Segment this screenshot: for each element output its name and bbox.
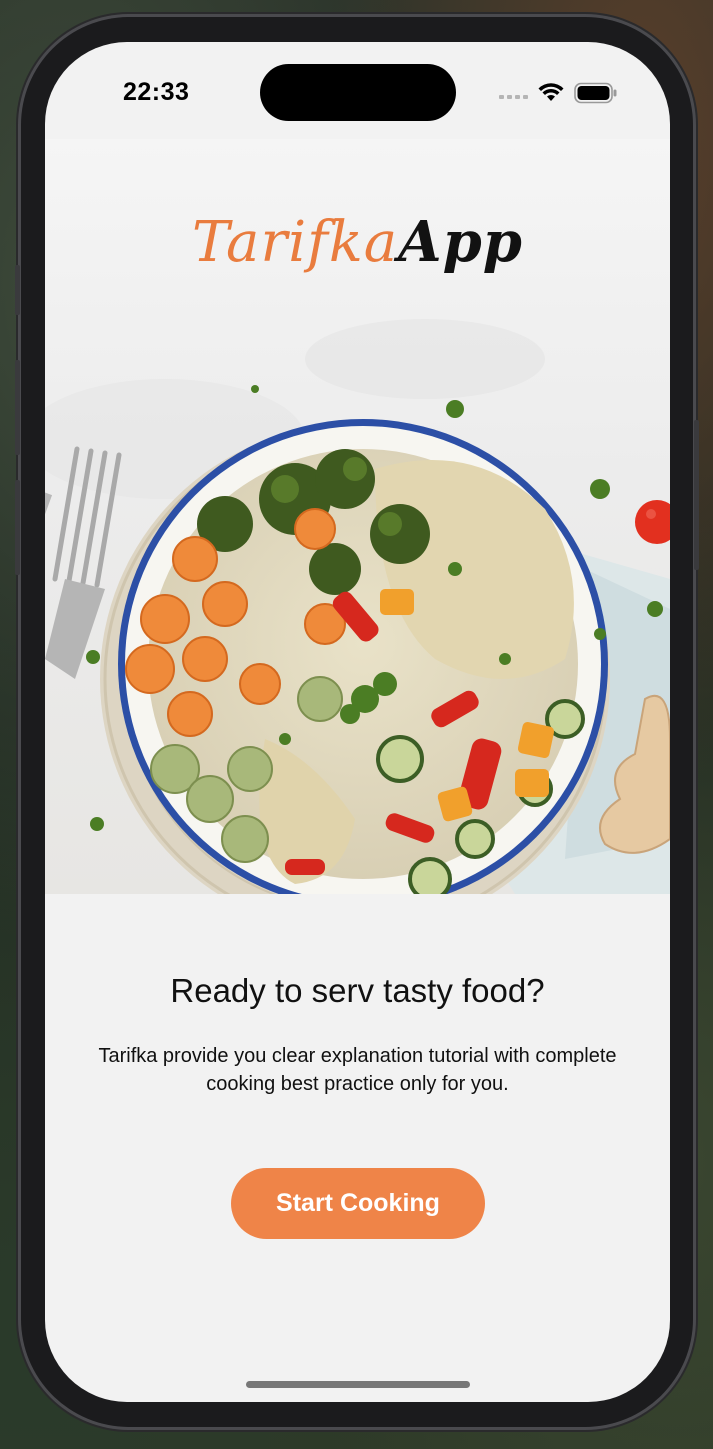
- power-button: [694, 420, 699, 570]
- battery-icon: [574, 82, 617, 104]
- logo-text-tarifka: Tarifka: [192, 210, 399, 275]
- description: Tarifka provide you clear explanation tu…: [98, 1045, 617, 1095]
- home-indicator[interactable]: [246, 1381, 470, 1388]
- hero-image: TarifkaApp: [45, 139, 670, 894]
- wifi-icon: [538, 83, 564, 101]
- dynamic-island: [260, 64, 456, 121]
- status-icons: [499, 82, 618, 104]
- status-time: 22:33: [123, 78, 190, 106]
- volume-down-button: [15, 480, 20, 575]
- volume-up-button: [15, 360, 20, 455]
- start-cooking-button[interactable]: Start Cooking: [231, 1168, 485, 1239]
- action-button: [15, 265, 20, 315]
- cellular-signal-icon: [499, 95, 528, 99]
- app-screen: 22:33 TarifkaApp Ready to serv tasty foo…: [45, 42, 670, 1402]
- logo-text-app: App: [398, 209, 523, 275]
- headline: Ready to serv tasty food?: [170, 972, 545, 1009]
- app-logo: TarifkaApp: [45, 209, 670, 275]
